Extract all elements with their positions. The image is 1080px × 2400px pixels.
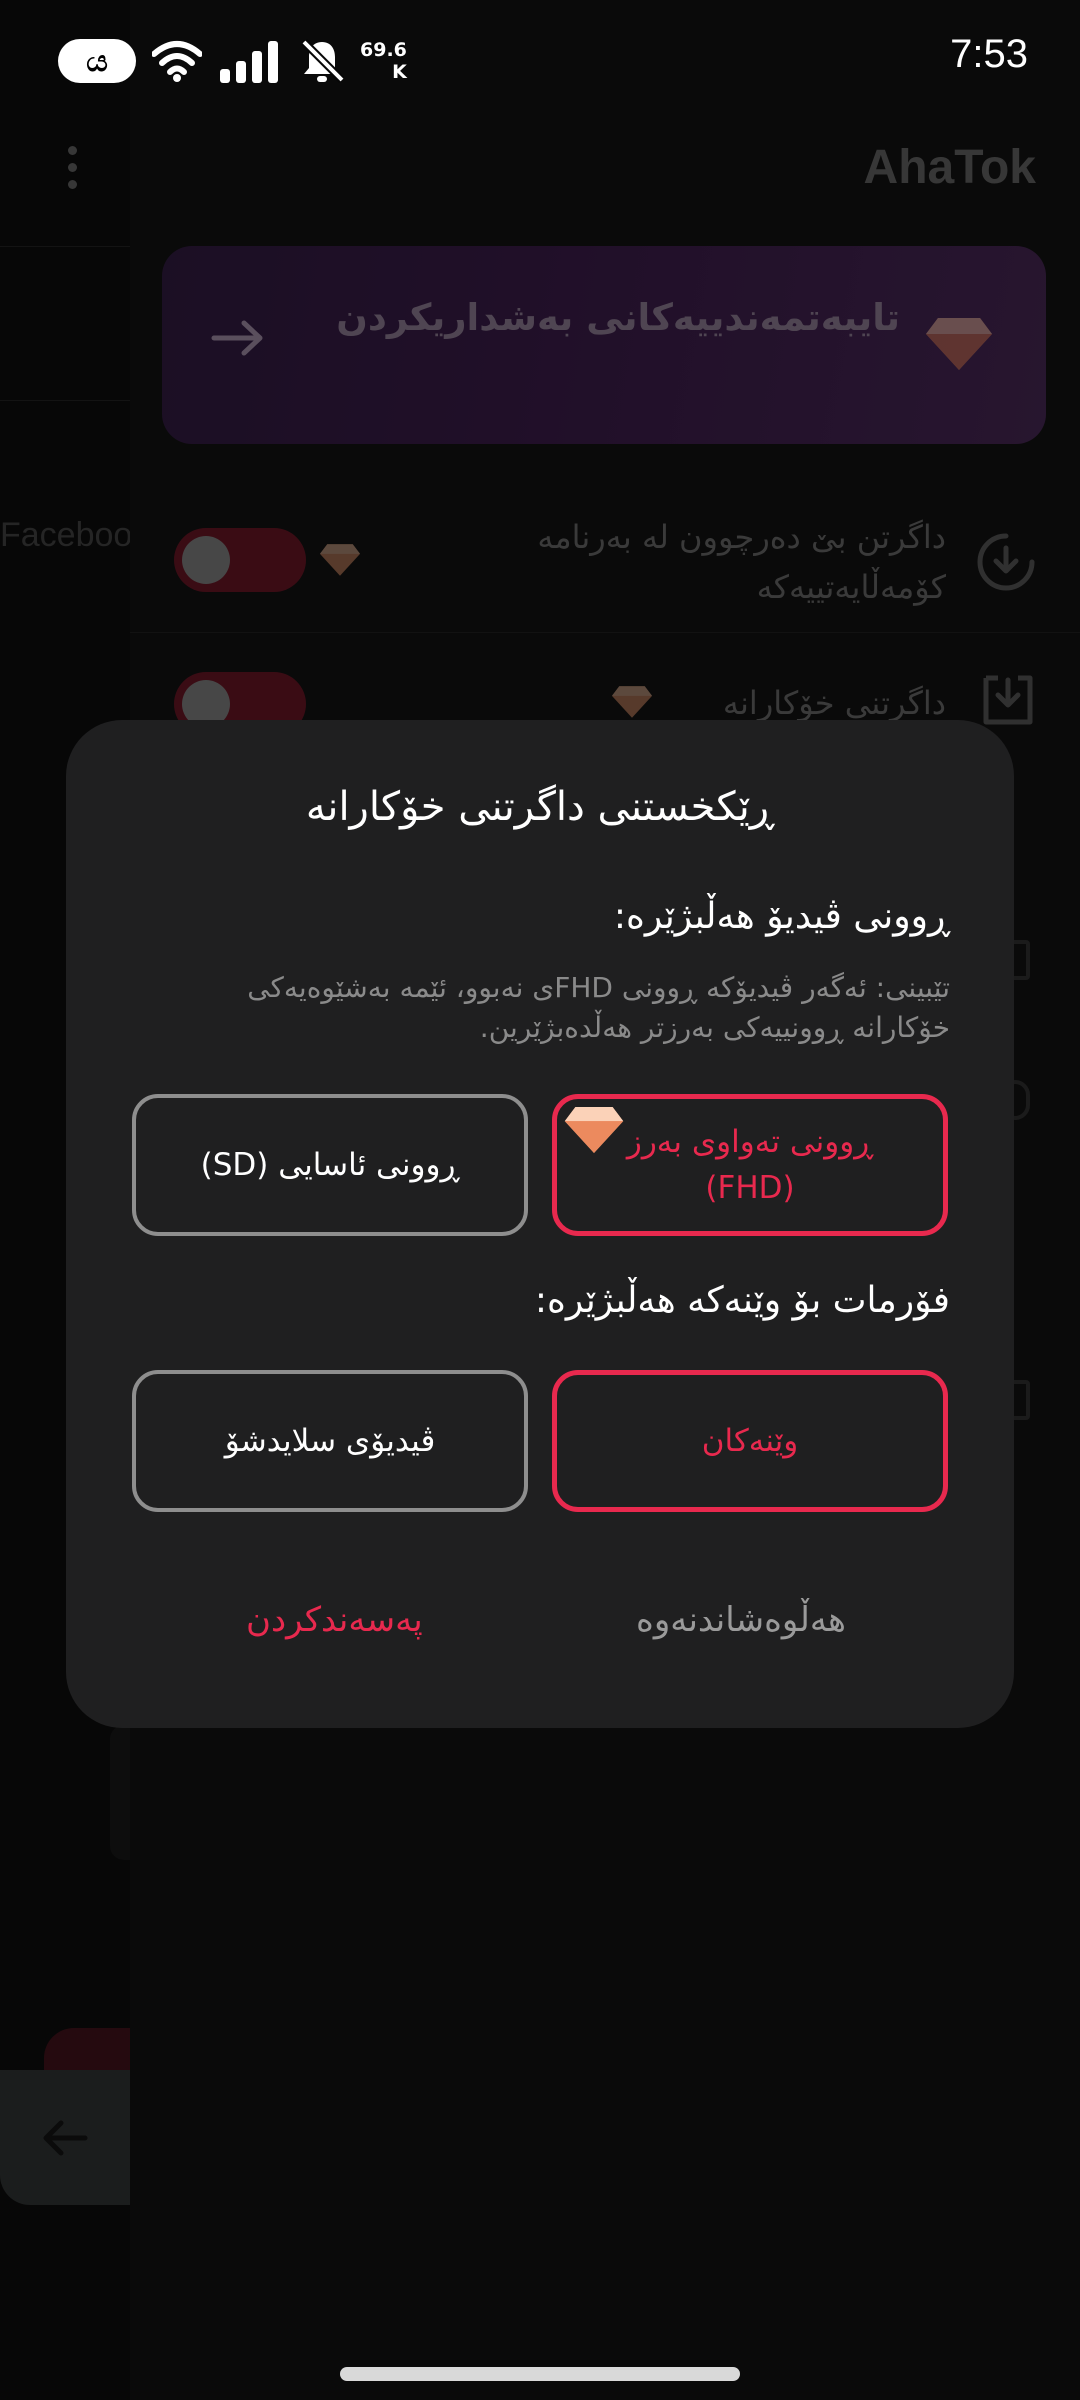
network-speed: 69.6 K [360, 39, 407, 83]
format-heading: فۆرمات بۆ وێنەکە هەڵبژێرە: [534, 1280, 950, 1321]
status-icons: ය 69.6 K [58, 36, 407, 86]
quality-option-sd-label: ڕوونی ئاسایی (SD) [200, 1147, 460, 1183]
format-option-photos-label: وێنەکان [701, 1423, 799, 1459]
status-pill: ය [58, 39, 136, 83]
quality-option-fhd-line2: (FHD) [705, 1170, 795, 1206]
quality-option-fhd[interactable]: ڕوونی تەواوی بەرز (FHD) [552, 1094, 948, 1236]
status-bar: ය 69.6 K 7:53 [0, 0, 1080, 120]
quality-option-fhd-label: ڕوونی تەواوی بەرز (FHD) [627, 1119, 873, 1211]
format-option-photos[interactable]: وێنەکان [552, 1370, 948, 1512]
quality-option-fhd-line1: ڕوونی تەواوی بەرز [626, 1124, 874, 1160]
format-option-slideshow[interactable]: ڤیدیۆی سلایدشۆ [132, 1370, 528, 1512]
quality-heading: ڕوونی ڤیدیۆ هەڵبژێرە: [613, 896, 950, 937]
wifi-icon [152, 41, 202, 82]
format-option-slideshow-label: ڤیدیۆی سلایدشۆ [224, 1423, 436, 1459]
network-speed-unit: K [392, 61, 407, 83]
network-speed-value: 69.6 [360, 39, 407, 61]
bell-off-icon [301, 39, 344, 83]
confirm-button[interactable]: پەسەندکردن [246, 1600, 423, 1640]
signal-icon [220, 41, 278, 83]
cancel-button[interactable]: هەڵوەشاندنەوە [636, 1600, 846, 1640]
auto-download-settings-dialog: ڕێکخستنی داگرتنی خۆکارانە ڕوونی ڤیدیۆ هە… [66, 720, 1014, 1728]
home-indicator[interactable] [340, 2367, 740, 2381]
clock: 7:53 [950, 32, 1028, 76]
status-pill-text: ය [86, 43, 108, 79]
quality-note: تێبینی: ئەگەر ڤیدیۆکە ڕوونی FHDی نەبوو، … [247, 971, 950, 1044]
quality-option-sd[interactable]: ڕوونی ئاسایی (SD) [132, 1094, 528, 1236]
dialog-title: ڕێکخستنی داگرتنی خۆکارانە [305, 784, 775, 830]
diamond-icon [564, 1106, 624, 1154]
